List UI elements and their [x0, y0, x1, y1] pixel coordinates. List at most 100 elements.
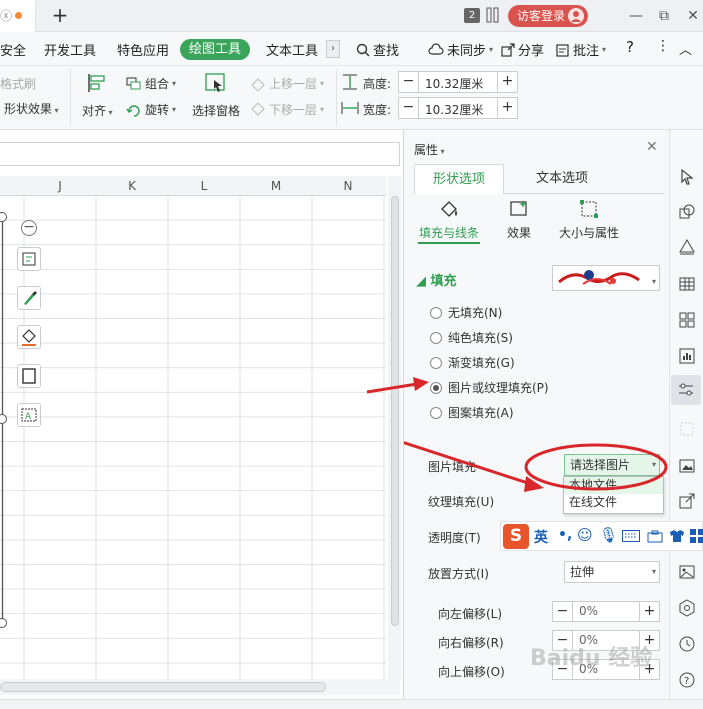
tab-text-tools[interactable]: 文本工具 — [266, 40, 318, 59]
float-layout-button[interactable] — [17, 247, 41, 271]
fill-style-icon[interactable] — [678, 238, 696, 256]
height-decrement-button[interactable]: − — [399, 72, 419, 92]
unsaved-dot-icon — [15, 12, 22, 19]
tab-special-apps[interactable]: 特色应用 — [117, 40, 169, 59]
spreadsheet-area: J K L M N − A — [0, 130, 403, 709]
sync-button[interactable]: 未同步 ▾ — [428, 40, 493, 59]
align-button[interactable]: 对齐 ▾ — [82, 102, 113, 119]
more-options-icon[interactable]: ⋮ — [656, 38, 670, 54]
width-decrement-button[interactable]: − — [399, 98, 419, 118]
height-increment-button[interactable]: + — [497, 72, 517, 92]
close-button[interactable]: ✕ — [684, 7, 702, 25]
vertical-scroll-thumb[interactable] — [391, 196, 399, 626]
horizontal-scroll-thumb[interactable] — [0, 682, 326, 692]
menu-more-button[interactable]: › — [326, 40, 340, 58]
annotate-button[interactable]: 批注 ▾ — [556, 40, 606, 59]
ime-toolbar: S 英 •, ☺ 🎙 — [500, 521, 703, 551]
disabled-tool-icon — [678, 420, 696, 438]
window-count-badge[interactable]: 2 — [464, 8, 480, 23]
rotate-button[interactable]: 旋转 ▾ — [126, 101, 176, 118]
share-button[interactable]: 分享 — [501, 40, 544, 59]
tab-close-icon[interactable]: ⓧ — [0, 7, 12, 24]
help-icon[interactable]: ? — [678, 671, 696, 689]
collapse-float-toolbar-icon[interactable]: − — [21, 220, 37, 236]
width-value: 10.32厘米 — [425, 103, 484, 117]
tab-drawing-tools[interactable]: 绘图工具 — [180, 39, 250, 60]
group-button[interactable]: 组合 ▾ — [126, 75, 176, 92]
annotate-icon — [556, 43, 569, 57]
width-field[interactable]: − 10.32厘米 + — [398, 97, 518, 119]
column-header-n[interactable]: N — [312, 179, 384, 193]
minimize-button[interactable]: — — [627, 7, 645, 25]
keyboard-icon[interactable] — [622, 530, 640, 542]
bring-forward-icon — [251, 77, 265, 91]
group-label: 组合 — [145, 77, 170, 91]
selection-pane-icon[interactable] — [204, 72, 228, 94]
float-brush-button[interactable] — [17, 286, 41, 310]
picture-icon[interactable] — [678, 563, 696, 581]
share-out-icon[interactable] — [678, 492, 696, 510]
format-painter-button[interactable]: 格式刷 — [0, 75, 36, 92]
tab-security[interactable]: 安全 — [0, 40, 26, 59]
search-button[interactable]: 查找 — [356, 40, 399, 59]
status-bar — [0, 699, 703, 709]
column-header-j[interactable]: J — [24, 179, 96, 193]
layout-switch-icon[interactable] — [486, 7, 500, 23]
shape-effect-button[interactable]: 形状效果 ▾ — [4, 100, 59, 117]
chart-icon[interactable] — [678, 347, 696, 365]
fill-bucket-icon — [22, 329, 36, 346]
column-header-l[interactable]: L — [168, 179, 240, 193]
menu-bar: 安全 开发工具 特色应用 绘图工具 文本工具 › 查找 未同步 ▾ 分享 批注 … — [0, 32, 703, 66]
send-backward-label: 下移一层 — [269, 103, 318, 117]
visitor-login-button[interactable]: 访客登录 — [508, 5, 588, 27]
send-backward-button[interactable]: 下移一层 ▾ — [250, 101, 324, 118]
bring-forward-button[interactable]: 上移一层 ▾ — [250, 75, 324, 92]
outline-icon — [22, 368, 36, 384]
sogou-logo-icon[interactable]: S — [503, 524, 529, 549]
float-text-box-button[interactable]: A — [17, 403, 41, 427]
height-field[interactable]: − 10.32厘米 + — [398, 71, 518, 93]
svg-text:?: ? — [684, 676, 689, 687]
formula-input[interactable] — [0, 142, 400, 166]
rotate-label: 旋转 — [145, 103, 170, 117]
cursor-icon[interactable] — [678, 168, 696, 186]
image-icon[interactable] — [678, 457, 696, 475]
search-icon — [356, 43, 370, 56]
backup-icon[interactable] — [678, 599, 696, 617]
emoji-icon[interactable]: ☺ — [577, 526, 593, 544]
ribbon-divider — [336, 70, 337, 126]
cell-grid[interactable] — [0, 196, 386, 679]
punctuation-icon[interactable]: •, — [558, 527, 572, 543]
document-tab[interactable]: ⓧ — [0, 0, 36, 32]
toolbox-icon[interactable] — [647, 530, 663, 543]
help-button[interactable]: ? — [626, 38, 634, 56]
grid-apps-icon[interactable] — [678, 311, 696, 329]
horizontal-scrollbar[interactable] — [0, 679, 400, 695]
table-icon[interactable] — [678, 275, 696, 293]
tab-developer-tools[interactable]: 开发工具 — [44, 40, 96, 59]
width-increment-button[interactable]: + — [497, 98, 517, 118]
height-label: 高度: — [363, 77, 392, 91]
vertical-scrollbar[interactable] — [388, 176, 402, 679]
ime-language-toggle[interactable]: 英 — [534, 527, 548, 547]
bring-forward-label: 上移一层 — [269, 77, 318, 91]
new-tab-button[interactable]: + — [48, 4, 72, 28]
float-fill-button[interactable] — [17, 325, 41, 349]
shapes-icon[interactable] — [678, 203, 696, 221]
skin-shirt-icon[interactable] — [669, 529, 685, 543]
history-icon[interactable] — [678, 635, 696, 653]
microphone-icon[interactable]: 🎙 — [599, 526, 618, 544]
float-outline-button[interactable] — [17, 364, 41, 388]
restore-button[interactable]: ⧉ — [655, 7, 673, 25]
column-header-m[interactable]: M — [240, 179, 312, 193]
column-header-k[interactable]: K — [96, 179, 168, 193]
svg-text:A: A — [25, 412, 32, 422]
settings-sliders-button[interactable] — [671, 375, 701, 405]
annotation-arrow — [366, 377, 429, 394]
collapse-ribbon-icon[interactable]: ︿ — [679, 39, 692, 58]
ime-menu-icon[interactable] — [690, 529, 703, 543]
align-icon[interactable] — [86, 72, 108, 94]
brush-icon — [24, 291, 37, 305]
settings-sliders-icon — [679, 383, 693, 396]
selection-pane-button[interactable]: 选择窗格 — [192, 102, 240, 119]
